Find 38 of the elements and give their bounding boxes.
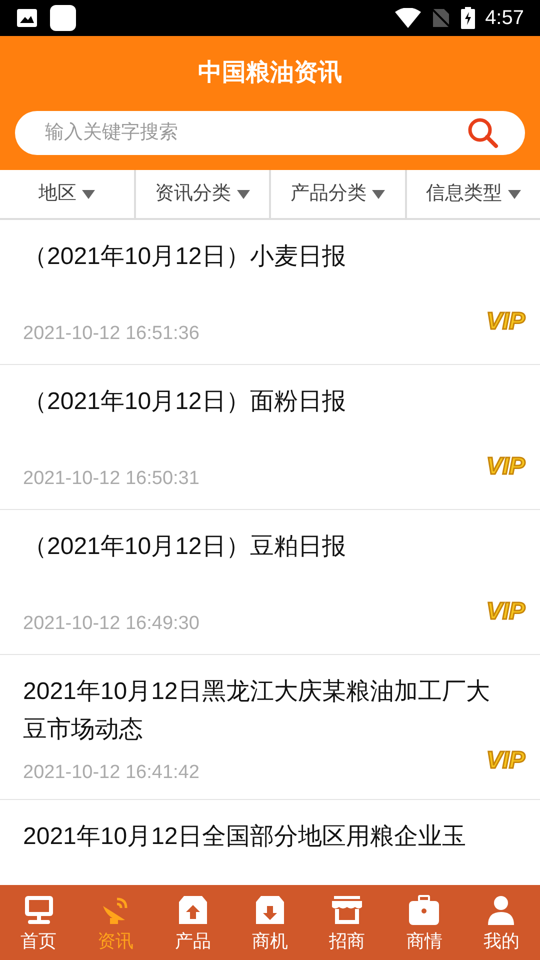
search-icon[interactable] <box>467 117 499 149</box>
dropdown-caret-icon <box>82 190 96 198</box>
article-title: 2021年10月12日全国部分地区用粮企业玉 <box>23 822 467 852</box>
article-item[interactable]: （2021年10月12日）小麦日报 2021-10-12 16:51:36 VIP <box>0 220 540 365</box>
nav-tab[interactable]: 商情 <box>386 885 463 960</box>
dropdown-caret-icon <box>508 190 521 198</box>
vip-label: VIP <box>486 310 525 334</box>
article-title: （2021年10月12日）面粉日报 <box>23 387 347 417</box>
article-item[interactable]: （2021年10月12日）面粉日报 2021-10-12 16:50:31 VIP <box>0 365 540 510</box>
article-time: 2021-10-12 16:50:31 <box>23 466 200 490</box>
dropdown-caret-icon <box>236 190 250 198</box>
vip-label: VIP <box>486 749 525 773</box>
dropdown-caret-icon <box>372 190 386 198</box>
nav-tab[interactable]: 招商 <box>308 885 386 960</box>
app-title: 中国粮油资讯 <box>198 58 342 88</box>
battery-icon <box>461 7 476 29</box>
article-title: （2021年10月12日）小麦日报 <box>23 242 347 272</box>
wifi-icon <box>395 8 422 28</box>
storefront-icon <box>330 894 364 926</box>
app-icon <box>50 5 76 31</box>
article-time: 2021-10-12 16:49:30 <box>23 612 200 636</box>
no-sim-icon <box>431 7 452 29</box>
article-title: 2021年10月12日黑龙江大庆某粮油加工厂大豆市场动态 <box>23 677 491 745</box>
article-item[interactable]: 2021年10月12日黑龙江大庆某粮油加工厂大豆市场动态 2021-10-12 16:41:42 VIP <box>0 655 540 800</box>
nav-tab[interactable]: 产品 <box>154 885 232 960</box>
image-icon <box>16 8 38 28</box>
vip-label: VIP <box>486 455 525 479</box>
article-item[interactable]: （2021年10月12日）豆粕日报 2021-10-12 16:49:30 VIP <box>0 510 540 655</box>
nav-tab[interactable]: 首页 <box>0 885 78 960</box>
nav-tab[interactable]: 我的 <box>462 885 540 960</box>
vip-label: VIP <box>486 600 525 624</box>
article-time: 2021-10-12 16:41:42 <box>23 760 200 784</box>
article-time: 2021-10-12 16:51:36 <box>23 322 200 346</box>
status-time: 4:57 <box>485 6 524 31</box>
briefcase-icon <box>407 894 442 926</box>
nav-tab[interactable]: 商机 <box>231 885 309 960</box>
search-field[interactable]: 输入关键字搜索 <box>15 111 525 155</box>
article-title: （2021年10月12日）豆粕日报 <box>23 532 347 562</box>
